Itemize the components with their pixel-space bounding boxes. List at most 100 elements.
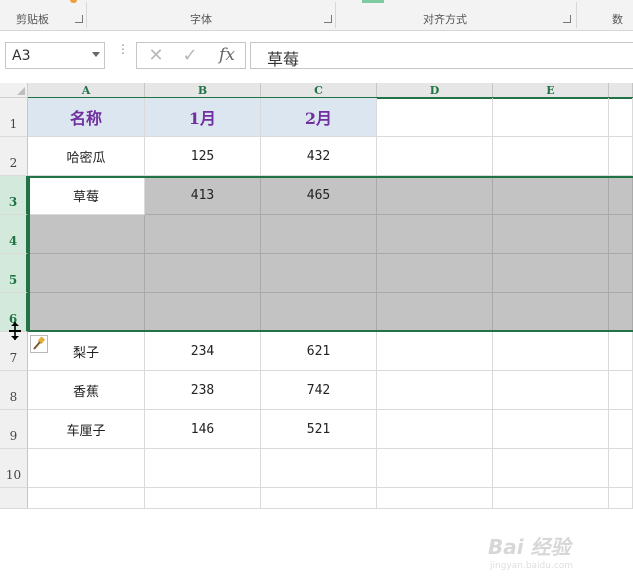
ribbon-group-alignment[interactable]: 对齐方式 bbox=[423, 11, 467, 27]
cell-e9[interactable] bbox=[493, 410, 609, 449]
cell-d9[interactable] bbox=[377, 410, 493, 449]
cell-c2[interactable]: 432 bbox=[261, 137, 377, 176]
ribbon-separator bbox=[335, 2, 336, 28]
paste-options-button[interactable] bbox=[30, 335, 48, 353]
cell-e6[interactable] bbox=[493, 293, 609, 332]
column-header-f[interactable] bbox=[609, 83, 633, 98]
cell-b6[interactable] bbox=[145, 293, 261, 332]
ribbon-group-font[interactable]: 字体 bbox=[190, 11, 212, 27]
cell-d1[interactable] bbox=[377, 98, 493, 137]
cell-a6[interactable] bbox=[28, 293, 145, 332]
cell-f1[interactable] bbox=[609, 98, 633, 137]
row-header-10[interactable]: 10 bbox=[0, 449, 28, 488]
cell-f7[interactable] bbox=[609, 332, 633, 371]
column-header-a[interactable]: A bbox=[28, 83, 145, 98]
cell-b10[interactable] bbox=[145, 449, 261, 488]
cell-e2[interactable] bbox=[493, 137, 609, 176]
paintbrush-icon bbox=[33, 336, 45, 350]
cancel-icon[interactable]: ✕ bbox=[145, 43, 167, 68]
cell-d11[interactable] bbox=[377, 488, 493, 509]
cell-f4[interactable] bbox=[609, 215, 633, 254]
cell-c6[interactable] bbox=[261, 293, 377, 332]
ribbon-separator bbox=[576, 2, 577, 28]
cell-a4[interactable] bbox=[28, 215, 145, 254]
row-header-9[interactable]: 9 bbox=[0, 410, 28, 449]
cell-a10[interactable] bbox=[28, 449, 145, 488]
cell-f9[interactable] bbox=[609, 410, 633, 449]
cell-b8[interactable]: 238 bbox=[145, 371, 261, 410]
cell-b11[interactable] bbox=[145, 488, 261, 509]
cell-a9[interactable]: 车厘子 bbox=[28, 410, 145, 449]
cell-d7[interactable] bbox=[377, 332, 493, 371]
cell-a1[interactable]: 名称 bbox=[28, 98, 145, 137]
cell-d8[interactable] bbox=[377, 371, 493, 410]
cell-f3[interactable] bbox=[609, 176, 633, 215]
cell-b2[interactable]: 125 bbox=[145, 137, 261, 176]
cell-f2[interactable] bbox=[609, 137, 633, 176]
cell-c1[interactable]: 2月 bbox=[261, 98, 377, 137]
cell-b4[interactable] bbox=[145, 215, 261, 254]
row-header-11[interactable] bbox=[0, 488, 28, 509]
cell-f6[interactable] bbox=[609, 293, 633, 332]
cell-f5[interactable] bbox=[609, 254, 633, 293]
cell-b1[interactable]: 1月 bbox=[145, 98, 261, 137]
cell-e8[interactable] bbox=[493, 371, 609, 410]
cell-a2[interactable]: 哈密瓜 bbox=[28, 137, 145, 176]
cell-f11[interactable] bbox=[609, 488, 633, 509]
cell-e7[interactable] bbox=[493, 332, 609, 371]
cell-a5[interactable] bbox=[28, 254, 145, 293]
row-header-8[interactable]: 8 bbox=[0, 371, 28, 410]
cell-e11[interactable] bbox=[493, 488, 609, 509]
column-header-d[interactable]: D bbox=[377, 83, 493, 98]
cell-d10[interactable] bbox=[377, 449, 493, 488]
column-header-b[interactable]: B bbox=[145, 83, 261, 98]
cell-c11[interactable] bbox=[261, 488, 377, 509]
cell-c8[interactable]: 742 bbox=[261, 371, 377, 410]
cell-b7[interactable]: 234 bbox=[145, 332, 261, 371]
row-header-4[interactable]: 4 bbox=[0, 215, 28, 254]
cell-c7[interactable]: 621 bbox=[261, 332, 377, 371]
more-options-icon[interactable]: ⋮ bbox=[117, 43, 129, 55]
cell-c4[interactable] bbox=[261, 215, 377, 254]
cell-c9[interactable]: 521 bbox=[261, 410, 377, 449]
cell-c3[interactable]: 465 bbox=[261, 176, 377, 215]
cell-d5[interactable] bbox=[377, 254, 493, 293]
cell-e4[interactable] bbox=[493, 215, 609, 254]
font-launcher-icon[interactable] bbox=[324, 15, 332, 23]
cell-e3[interactable] bbox=[493, 176, 609, 215]
cell-f8[interactable] bbox=[609, 371, 633, 410]
column-header-e[interactable]: E bbox=[493, 83, 609, 98]
cell-b9[interactable]: 146 bbox=[145, 410, 261, 449]
ribbon-group-number[interactable]: 数 bbox=[612, 11, 623, 27]
cell-c5[interactable] bbox=[261, 254, 377, 293]
chevron-down-icon[interactable] bbox=[92, 52, 100, 57]
row-header-1[interactable]: 1 bbox=[0, 98, 28, 137]
cell-a3-active[interactable]: 草莓 bbox=[28, 176, 145, 215]
alignment-launcher-icon[interactable] bbox=[563, 15, 571, 23]
cell-d4[interactable] bbox=[377, 215, 493, 254]
enter-icon[interactable]: ✓ bbox=[179, 43, 201, 68]
select-all-button[interactable] bbox=[0, 83, 28, 98]
row-header-3[interactable]: 3 bbox=[0, 176, 28, 215]
column-header-c[interactable]: C bbox=[261, 83, 377, 98]
cell-b3[interactable]: 413 bbox=[145, 176, 261, 215]
row-resize-cursor-icon[interactable] bbox=[8, 321, 22, 341]
cell-e5[interactable] bbox=[493, 254, 609, 293]
insert-function-button[interactable]: fx bbox=[213, 43, 241, 68]
row-header-5[interactable]: 5 bbox=[0, 254, 28, 293]
cell-a8[interactable]: 香蕉 bbox=[28, 371, 145, 410]
cell-d6[interactable] bbox=[377, 293, 493, 332]
cell-a11[interactable] bbox=[28, 488, 145, 509]
ribbon-group-clipboard[interactable]: 剪贴板 bbox=[16, 11, 49, 27]
cell-d2[interactable] bbox=[377, 137, 493, 176]
cell-e1[interactable] bbox=[493, 98, 609, 137]
row-header-2[interactable]: 2 bbox=[0, 137, 28, 176]
formula-input[interactable]: 草莓 bbox=[250, 42, 633, 69]
cell-f10[interactable] bbox=[609, 449, 633, 488]
clipboard-launcher-icon[interactable] bbox=[75, 15, 83, 23]
cell-e10[interactable] bbox=[493, 449, 609, 488]
cell-b5[interactable] bbox=[145, 254, 261, 293]
name-box[interactable]: A3 bbox=[5, 42, 105, 69]
cell-d3[interactable] bbox=[377, 176, 493, 215]
cell-c10[interactable] bbox=[261, 449, 377, 488]
